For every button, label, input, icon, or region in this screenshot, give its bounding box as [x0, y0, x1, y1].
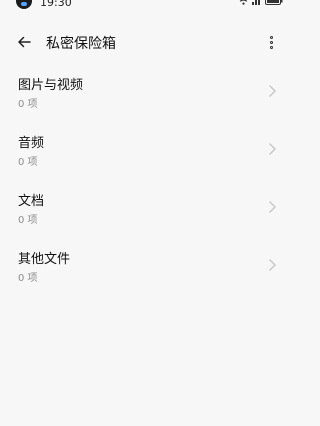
chevron-right-icon [269, 143, 276, 155]
list-item-audio[interactable]: 音频 0 项 [0, 124, 293, 182]
signal-icon [252, 0, 262, 5]
list-item-other-files[interactable]: 其他文件 0 项 [0, 240, 293, 298]
app-notification-icon [16, 0, 32, 9]
chevron-right-icon [269, 85, 276, 97]
chevron-right-icon [269, 259, 276, 271]
list-item-documents[interactable]: 文档 0 项 [0, 182, 293, 240]
back-arrow-icon[interactable] [14, 32, 34, 52]
item-title: 其他文件 [18, 252, 71, 267]
page-title: 私密保险箱 [46, 36, 116, 52]
item-count: 0 项 [18, 273, 38, 284]
more-vertical-icon[interactable] [263, 34, 279, 50]
item-title: 音频 [18, 136, 45, 151]
item-title: 文档 [18, 194, 45, 209]
app-bar: 私密保险箱 [0, 26, 293, 58]
category-list: 图片与视频 0 项 音频 0 项 文档 0 项 其他文件 0 项 [0, 66, 293, 298]
item-title: 图片与视频 [18, 78, 84, 93]
item-count: 0 项 [18, 215, 38, 226]
status-time: 19:30 [40, 0, 72, 9]
item-count: 0 项 [18, 99, 38, 110]
list-item-images-videos[interactable]: 图片与视频 0 项 [0, 66, 293, 124]
wifi-icon [238, 0, 249, 5]
battery-icon [265, 0, 283, 5]
status-bar: 19:30 [0, 0, 293, 12]
item-count: 0 项 [18, 157, 38, 168]
status-icons [238, 0, 283, 5]
chevron-right-icon [269, 201, 276, 213]
